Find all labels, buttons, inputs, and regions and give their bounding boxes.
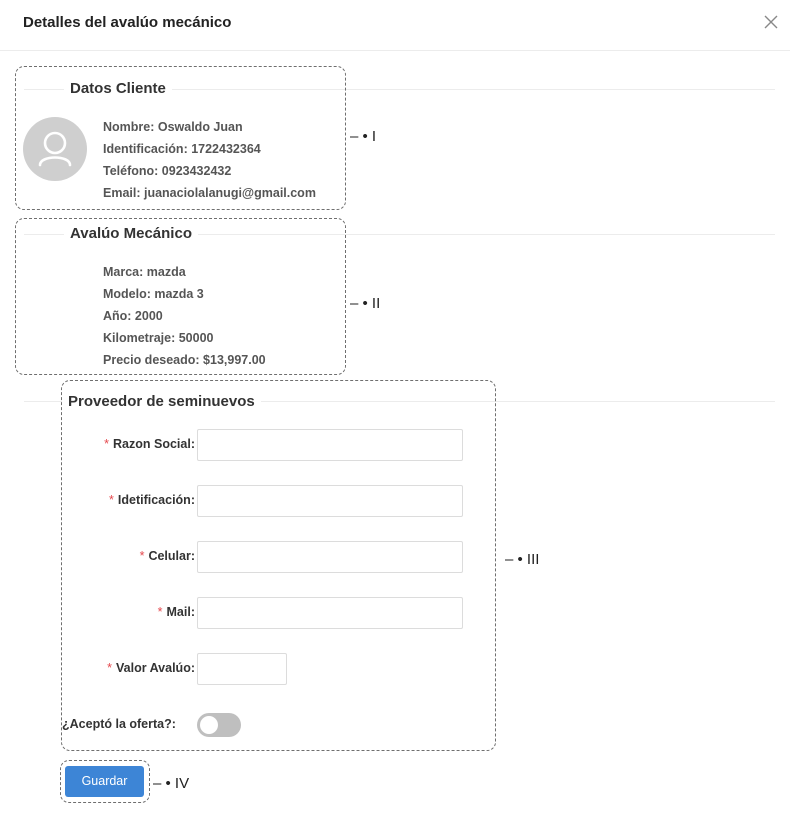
annotation-box-1 [15,66,346,210]
close-icon[interactable] [762,13,780,31]
modal-title: Detalles del avalúo mecánico [23,14,232,31]
annotation-marker-3: – • III [505,551,540,568]
annotation-marker-2: – • II [350,295,381,312]
annotation-box-3 [61,380,496,751]
annotation-box-2 [15,218,346,375]
annotation-marker-1: – • I [350,128,377,145]
annotation-marker-4: – • IV [153,775,190,792]
annotation-box-4 [60,760,150,803]
